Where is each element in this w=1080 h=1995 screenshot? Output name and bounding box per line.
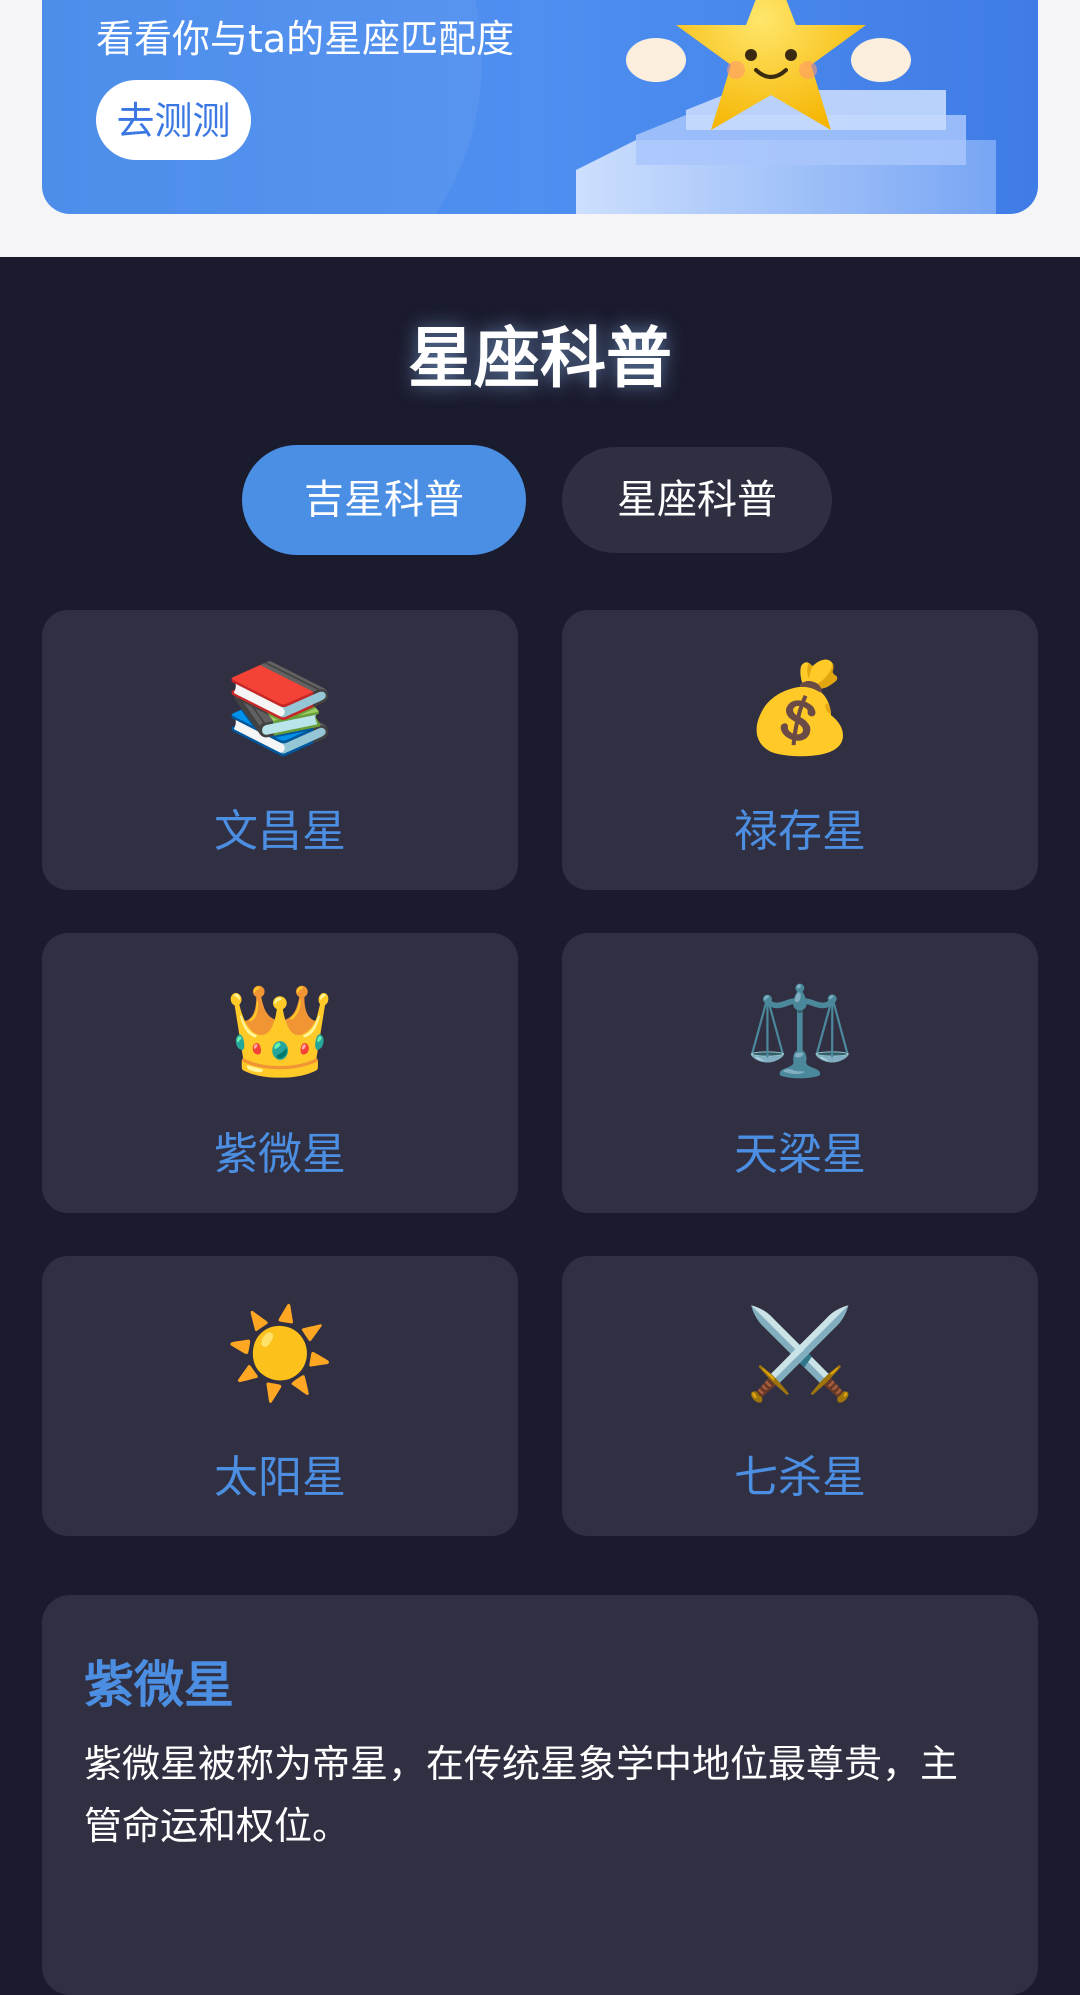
scales-icon: ⚖️	[745, 979, 855, 1082]
detail-title: 紫微星	[84, 1656, 234, 1714]
tab-lucky-stars[interactable]: 吉星科普	[242, 445, 526, 555]
books-icon: 📚	[225, 656, 335, 759]
crossed-swords-icon: ⚔️	[745, 1302, 855, 1405]
star-card-tianliang[interactable]: ⚖️ 天梁星	[562, 933, 1038, 1213]
star-card-qisha[interactable]: ⚔️ 七杀星	[562, 1256, 1038, 1536]
star-name: 天梁星	[734, 1129, 866, 1180]
star-detail-panel: 紫微星 紫微星被称为帝星，在传统星象学中地位最尊贵，主管命运和权位。	[42, 1595, 1038, 1995]
sun-icon: ☀️	[225, 1302, 335, 1405]
star-card-wenchang[interactable]: 📚 文昌星	[42, 610, 518, 890]
star-card-lucun[interactable]: 💰 禄存星	[562, 610, 1038, 890]
banner-subtitle: 看看你与ta的星座匹配度	[96, 17, 515, 61]
star-name: 紫微星	[214, 1129, 346, 1180]
top-area: 看看你与ta的星座匹配度 去测测	[0, 0, 1080, 257]
go-test-button[interactable]: 去测测	[96, 80, 251, 160]
match-banner[interactable]: 看看你与ta的星座匹配度 去测测	[42, 0, 1038, 214]
star-card-ziwei[interactable]: 👑 紫微星	[42, 933, 518, 1213]
star-name: 七杀星	[734, 1452, 866, 1503]
money-bag-icon: 💰	[745, 656, 855, 759]
tab-constellations[interactable]: 星座科普	[562, 447, 832, 553]
star-name: 太阳星	[214, 1452, 346, 1503]
crown-icon: 👑	[225, 979, 335, 1082]
detail-description: 紫微星被称为帝星，在传统星象学中地位最尊贵，主管命运和权位。	[84, 1742, 959, 1848]
tab-bar: 吉星科普 星座科普	[0, 445, 1080, 555]
star-name: 禄存星	[734, 806, 866, 857]
star-mascot-icon	[576, 0, 996, 214]
section-title: 星座科普	[408, 320, 672, 397]
star-card-taiyang[interactable]: ☀️ 太阳星	[42, 1256, 518, 1536]
star-name: 文昌星	[214, 806, 346, 857]
